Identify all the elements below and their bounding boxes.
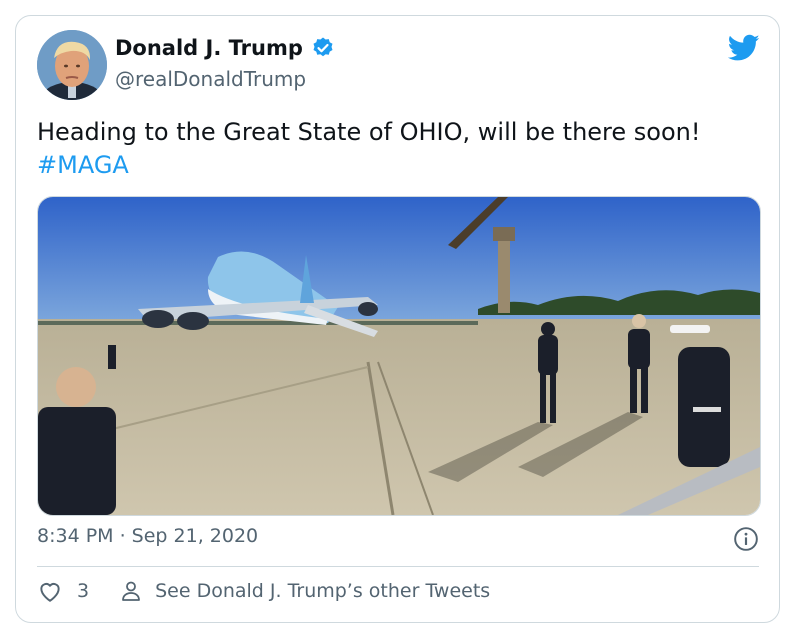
heart-icon [40,583,60,602]
person-icon [122,581,140,601]
info-icon[interactable] [733,526,759,552]
avatar[interactable] [37,30,107,100]
tweet-body: Heading to the Great State of OHIO, will… [37,118,701,146]
tweet-footer: 3 See Donald J. Trump’s other Tweets [37,578,490,604]
twitter-bird-icon[interactable] [728,34,760,62]
hashtag-link[interactable]: #MAGA [37,151,129,179]
see-other-tweets-link[interactable]: See Donald J. Trump’s other Tweets [119,579,490,603]
verified-badge-icon [313,37,333,57]
airport-tarmac-photo [38,197,760,515]
author-name-row: Donald J. Trump [115,36,335,60]
like-count: 3 [77,580,90,602]
tweet-text: Heading to the Great State of OHIO, will… [37,116,757,182]
see-other-tweets-label: See Donald J. Trump’s other Tweets [155,580,491,602]
tweet-media[interactable] [37,196,761,516]
divider [37,566,759,567]
tweet-timestamp[interactable]: 8:34 PM · Sep 21, 2020 [37,525,258,547]
like-button[interactable]: 3 [37,578,89,604]
author-handle[interactable]: @realDonaldTrump [115,67,306,91]
author-display-name[interactable]: Donald J. Trump [115,36,303,60]
tweet-card: Donald J. Trump @realDonaldTrump Heading… [15,15,780,623]
